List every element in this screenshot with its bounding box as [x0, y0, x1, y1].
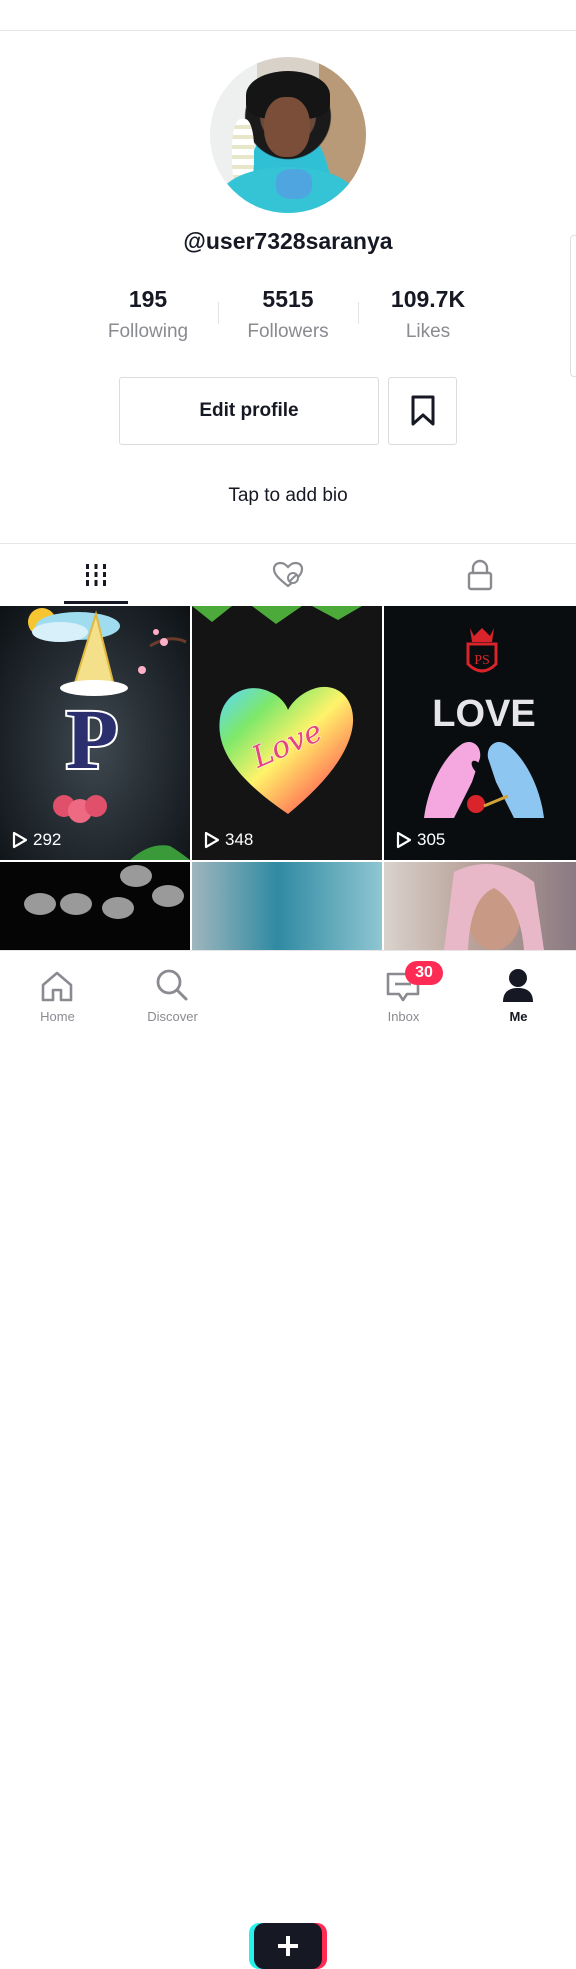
nav-label: Inbox [387, 1009, 420, 1024]
video-thumbnail[interactable] [192, 862, 382, 950]
favorites-button[interactable] [388, 377, 457, 445]
play-icon [12, 831, 28, 849]
home-icon [41, 971, 73, 1002]
nav-home[interactable]: Home [0, 951, 115, 1025]
play-icon [204, 831, 220, 849]
stat-following[interactable]: 195 Following [78, 286, 218, 343]
person-icon [503, 969, 533, 1002]
stat-followers[interactable]: 5515 Followers [218, 286, 358, 343]
thumbnail-art: PS LOVE [424, 628, 544, 818]
view-count: 305 [396, 830, 445, 850]
video-thumbnail[interactable]: Love 348 [192, 606, 382, 860]
profile-tabs [0, 543, 576, 606]
grid-icon [86, 564, 106, 586]
likes-count: 109.7K [390, 286, 466, 312]
username: @user7328saranya [183, 228, 393, 254]
nav-discover[interactable]: Discover [115, 951, 230, 1025]
thumbnail-art [24, 865, 184, 919]
tab-private[interactable] [384, 544, 576, 606]
nav-label: Home [40, 1009, 75, 1024]
add-bio-prompt[interactable]: Tap to add bio [0, 485, 576, 507]
nav-label: Discover [147, 1009, 198, 1024]
followers-label: Followers [247, 321, 329, 342]
followers-count: 5515 [262, 286, 314, 312]
nav-inbox[interactable]: Inbox [346, 951, 461, 1025]
search-icon [156, 969, 188, 1001]
plus-icon [278, 1936, 298, 1956]
thumbnail-art [444, 864, 544, 950]
view-count-value: 292 [33, 830, 62, 849]
thumbnail-crest-text: PS [474, 653, 490, 668]
active-tab-indicator [64, 601, 128, 604]
create-video-button[interactable] [254, 1923, 322, 1969]
hidden-heart-icon [272, 561, 304, 588]
edit-profile-button[interactable]: Edit profile [119, 377, 379, 445]
video-thumbnail[interactable] [384, 862, 576, 950]
thumbnail-art: Love [192, 606, 362, 814]
top-bar [0, 0, 576, 31]
video-thumbnail[interactable]: PS LOVE 305 [384, 606, 576, 860]
view-count-value: 305 [417, 830, 446, 849]
stat-likes[interactable]: 109.7K Likes [358, 286, 498, 343]
avatar[interactable] [210, 57, 366, 213]
thumbnail-art: P [28, 608, 190, 860]
bottom-nav: Home Discover Inbox Me [0, 950, 576, 1969]
video-thumbnail[interactable] [0, 862, 190, 950]
following-label: Following [107, 321, 189, 342]
bookmark-icon [411, 395, 434, 426]
view-count: 292 [12, 830, 61, 850]
video-thumbnail[interactable]: P 292 [0, 606, 190, 860]
nav-me[interactable]: Me [461, 951, 576, 1025]
scroll-handle [570, 235, 576, 377]
inbox-badge: 30 [405, 961, 443, 985]
nav-label: Me [509, 1009, 528, 1024]
tab-videos[interactable] [0, 544, 192, 606]
lock-icon [467, 559, 493, 591]
thumbnail-letter: P [66, 691, 119, 787]
tab-liked[interactable] [192, 544, 384, 606]
view-count: 348 [204, 830, 253, 850]
play-icon [396, 831, 412, 849]
following-count: 195 [128, 286, 168, 312]
view-count-value: 348 [225, 830, 254, 849]
likes-label: Likes [405, 321, 451, 342]
thumbnail-title: LOVE [432, 693, 535, 735]
